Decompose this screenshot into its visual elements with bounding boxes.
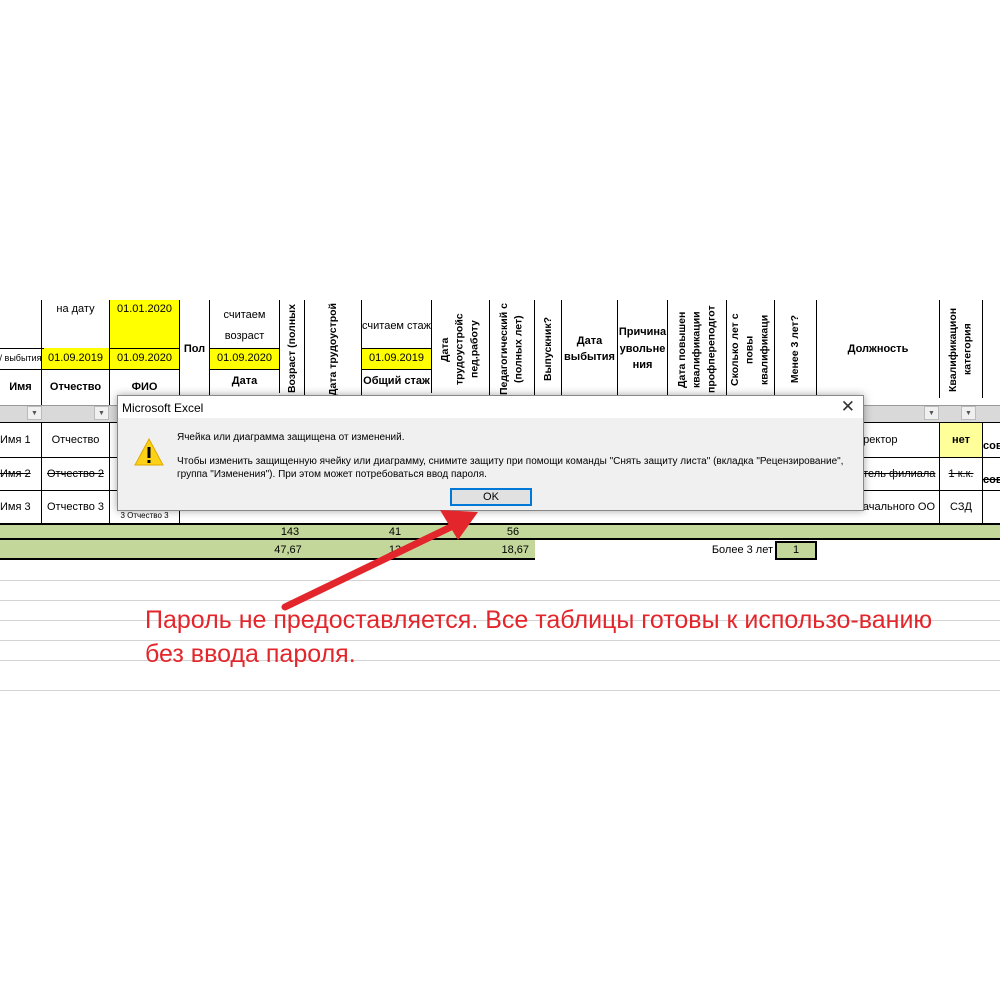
red-arrow-icon [281, 510, 478, 611]
annotation-note: Пароль не предоставляется. Все таблицы г… [145, 606, 933, 668]
